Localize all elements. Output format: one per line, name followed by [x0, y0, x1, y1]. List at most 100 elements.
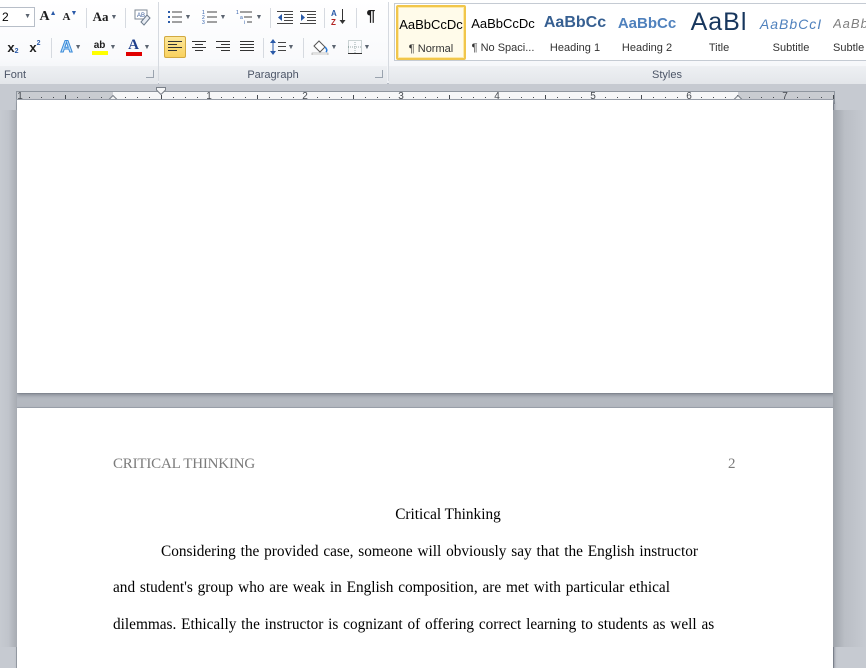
align-right-icon [216, 41, 230, 51]
style-subtle-emphasis[interactable]: AaBb Subtle [828, 5, 866, 60]
style-no-spacing[interactable]: AaBbCcDc ¶ No Spaci... [468, 5, 538, 60]
ruler-eighth-tick [269, 97, 270, 98]
chevron-down-icon: ▼ [110, 13, 118, 21]
body-text-line[interactable]: dilemmas. Ethically the instructor is co… [113, 616, 714, 634]
ruler-quarter-tick [89, 97, 90, 98]
ruler-eighth-tick [365, 97, 366, 98]
shrink-font-button[interactable]: A ▼ [60, 6, 80, 28]
style-preview: AaBl [690, 8, 748, 36]
numbering-button[interactable]: 123 ▼ [199, 6, 229, 28]
align-left-icon [168, 41, 182, 51]
borders-button[interactable]: ▼ [343, 36, 375, 58]
ruler-eighth-tick [29, 97, 30, 98]
superscript-button[interactable]: x2 [25, 36, 45, 58]
svg-text:1: 1 [236, 10, 239, 16]
shading-button[interactable]: ▼ [308, 36, 340, 58]
bullets-button[interactable]: ▼ [164, 6, 194, 28]
line-spacing-button[interactable]: ▼ [267, 36, 297, 58]
ruler-eighth-tick [509, 97, 510, 98]
ruler-quarter-tick [233, 97, 234, 98]
body-text-line[interactable]: Considering the provided case, someone w… [161, 543, 698, 561]
style-heading-2[interactable]: AaBbCc Heading 2 [612, 5, 682, 60]
justify-button[interactable] [236, 36, 258, 58]
change-case-button[interactable]: Aa ▼ [91, 6, 119, 28]
ruler-quarter-tick [713, 97, 714, 98]
body-text-line[interactable]: and student's group who are weak in Engl… [113, 579, 670, 597]
multilevel-list-icon: 1ai [236, 10, 252, 24]
style-name: Subtitle [772, 42, 810, 54]
style-name: ¶ No Spaci... [471, 42, 535, 54]
multilevel-list-button[interactable]: 1ai ▼ [234, 6, 264, 28]
chevron-down-icon[interactable]: ▼ [24, 8, 31, 26]
highlight-button[interactable]: ab ▼ [88, 36, 120, 58]
ruler-eighth-tick [581, 97, 582, 98]
ruler-eighth-tick [437, 97, 438, 98]
font-color-button[interactable]: A ▼ [122, 36, 154, 58]
style-name: Heading 2 [621, 42, 673, 54]
chevron-down-icon: ▼ [74, 43, 82, 51]
clear-formatting-button[interactable]: AB [131, 6, 153, 28]
line-spacing-icon [269, 39, 286, 55]
chevron-down-icon: ▼ [219, 13, 227, 21]
style-normal[interactable]: AaBbCcDc ¶ Normal [396, 5, 466, 60]
subscript-button[interactable]: x2 [3, 36, 23, 58]
decrease-indent-button[interactable] [274, 6, 296, 28]
document-canvas[interactable]: CRITICAL THINKING 2 Critical Thinking Co… [0, 100, 866, 668]
page-1[interactable] [17, 100, 833, 393]
ruler-quarter-tick [41, 97, 42, 98]
ruler-eighth-tick [389, 97, 390, 98]
style-preview: AaBbCcDc [471, 16, 535, 31]
style-preview: AaBbCc [543, 14, 607, 31]
ruler-quarter-tick [617, 97, 618, 98]
style-heading-1[interactable]: AaBbCc Heading 1 [540, 5, 610, 60]
ruler-quarter-tick [425, 97, 426, 98]
text-effects-icon: A [60, 37, 73, 57]
ruler-quarter-tick [665, 97, 666, 98]
svg-text:Z: Z [331, 18, 336, 26]
first-line-indent-marker-icon[interactable] [156, 87, 166, 95]
paragraph-group: ▼ 123 ▼ 1ai ▼ AZ ¶ ▼ ▼ ▼ Paragraph [159, 0, 387, 84]
style-title[interactable]: AaBl Title [684, 5, 754, 60]
justify-icon [240, 41, 254, 51]
paragraph-dialog-launcher-icon[interactable] [375, 70, 383, 78]
style-preview: AaBbCc [617, 15, 677, 32]
sort-az-icon: AZ [331, 9, 346, 26]
style-name: Title [708, 42, 730, 54]
chevron-down-icon: ▼ [330, 43, 338, 51]
ruler-eighth-tick [293, 97, 294, 98]
ruler-eighth-tick [653, 97, 654, 98]
paint-bucket-icon [311, 40, 328, 55]
svg-text:a: a [240, 15, 243, 21]
font-dialog-launcher-icon[interactable] [146, 70, 154, 78]
style-subtitle[interactable]: AaBbCcI Subtitle [756, 5, 826, 60]
align-left-button[interactable] [164, 36, 186, 58]
grow-font-button[interactable]: A ▲ [38, 6, 58, 28]
text-effects-button[interactable]: A ▼ [57, 36, 85, 58]
ruler-eighth-tick [821, 97, 822, 98]
align-right-button[interactable] [212, 36, 234, 58]
page-number: 2 [728, 456, 736, 472]
chevron-down-icon: ▼ [184, 13, 192, 21]
right-scroll-gutter [833, 110, 866, 647]
style-name: Subtle [833, 42, 865, 54]
ruler-eighth-tick [245, 97, 246, 98]
chevron-down-icon: ▼ [287, 43, 295, 51]
ruler-quarter-tick [809, 97, 810, 98]
increase-indent-button[interactable] [297, 6, 319, 28]
decrease-indent-icon [277, 11, 293, 24]
styles-group-label: Styles [652, 69, 682, 81]
chevron-down-icon: ▼ [255, 13, 263, 21]
show-formatting-marks-button[interactable]: ¶ [360, 6, 382, 28]
running-head[interactable]: CRITICAL THINKING [113, 456, 255, 473]
ruler-quarter-tick [281, 97, 282, 98]
borders-icon [347, 40, 362, 54]
document-title[interactable]: Critical Thinking [17, 506, 833, 524]
ruler-eighth-tick [701, 97, 702, 98]
sort-button[interactable]: AZ [328, 6, 350, 28]
font-size-combobox[interactable]: 2 ▼ [0, 7, 35, 27]
font-size-value: 2 [2, 10, 9, 24]
svg-text:3: 3 [202, 20, 205, 24]
page-2[interactable]: CRITICAL THINKING 2 Critical Thinking Co… [17, 408, 833, 668]
font-group-label: Font [4, 69, 27, 81]
align-center-button[interactable] [188, 36, 210, 58]
